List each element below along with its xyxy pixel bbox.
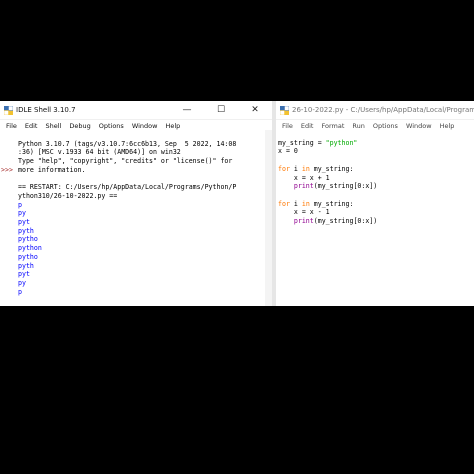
menu-debug[interactable]: Debug xyxy=(69,122,90,130)
maximize-button[interactable]: ☐ xyxy=(204,101,238,119)
output-line: py xyxy=(18,209,26,218)
output-line: pyt xyxy=(18,218,30,227)
editor-title: 26-10-2022.py - C:/Users/hp/AppData/Loca… xyxy=(292,106,474,114)
menu-format[interactable]: Format xyxy=(321,122,344,130)
output-line: pytho xyxy=(18,235,38,244)
output-line: p xyxy=(18,287,22,296)
code-line: x = x - 1 xyxy=(278,208,330,217)
editor-window: 26-10-2022.py - C:/Users/hp/AppData/Loca… xyxy=(276,101,474,306)
code-line: print(my_string[0:x]) xyxy=(293,182,378,191)
editor-titlebar[interactable]: 26-10-2022.py - C:/Users/hp/AppData/Loca… xyxy=(276,101,474,120)
code-line: x = 0 xyxy=(278,147,298,156)
output-line: p xyxy=(18,200,22,209)
output-line: pyth xyxy=(18,261,34,270)
menu-options[interactable]: Options xyxy=(99,122,124,130)
restart-line: ython310/26-10-2022.py == xyxy=(18,191,118,200)
menu-edit[interactable]: Edit xyxy=(301,122,314,130)
menu-window[interactable]: Window xyxy=(406,122,432,130)
minimize-button[interactable]: — xyxy=(170,101,204,119)
output-line: python xyxy=(18,244,42,253)
idle-shell-window: IDLE Shell 3.10.7 — ☐ ✕ File Edit Shell … xyxy=(0,101,272,306)
prompt-gutter: >>> >>> xyxy=(0,130,16,306)
prompt: >>> xyxy=(1,166,13,174)
banner-line: Type "help", "copyright", "credits" or "… xyxy=(18,157,233,166)
code-line: for i in my_string: xyxy=(278,199,354,208)
output-line: pyth xyxy=(18,226,34,235)
menu-options[interactable]: Options xyxy=(373,122,398,130)
code-line: print(my_string[0:x]) xyxy=(293,217,378,226)
idle-app-icon xyxy=(280,105,289,115)
output-line: pytho xyxy=(18,252,38,261)
menu-shell[interactable]: Shell xyxy=(45,122,61,130)
code-line: x = x + 1 xyxy=(278,173,330,182)
shell-console[interactable]: >>> >>> Python 3.10.7 (tags/v3.10.7:6cc6… xyxy=(0,130,272,306)
code-line: my_string = "python" xyxy=(278,138,358,147)
shell-output-text: Python 3.10.7 (tags/v3.10.7:6cc6b13, Sep… xyxy=(18,131,262,306)
menu-help[interactable]: Help xyxy=(440,122,455,130)
menu-file[interactable]: File xyxy=(282,122,293,130)
close-button[interactable]: ✕ xyxy=(238,101,272,119)
output-line: pyt xyxy=(18,270,30,279)
menu-run[interactable]: Run xyxy=(352,122,364,130)
shell-scrollbar[interactable] xyxy=(265,130,272,306)
banner-line: more information. xyxy=(18,165,86,174)
source-code: my_string = "python" x = 0 for i in my_st… xyxy=(278,130,472,243)
code-editor[interactable]: my_string = "python" x = 0 for i in my_st… xyxy=(276,130,474,306)
code-line: for i in my_string: xyxy=(278,164,354,173)
idle-app-icon xyxy=(4,105,13,115)
restart-line: == RESTART: C:/Users/hp/AppData/Local/Pr… xyxy=(18,183,237,192)
banner-line: :36) [MSC v.1933 64 bit (AMD64)] on win3… xyxy=(18,148,181,157)
output-line: py xyxy=(18,278,26,287)
shell-title: IDLE Shell 3.10.7 xyxy=(16,106,76,114)
menu-help[interactable]: Help xyxy=(165,122,180,130)
menu-window[interactable]: Window xyxy=(132,122,158,130)
menu-file[interactable]: File xyxy=(6,122,17,130)
banner-line: Python 3.10.7 (tags/v3.10.7:6cc6b13, Sep… xyxy=(18,139,237,148)
shell-titlebar[interactable]: IDLE Shell 3.10.7 — ☐ ✕ xyxy=(0,101,272,120)
menu-edit[interactable]: Edit xyxy=(25,122,38,130)
